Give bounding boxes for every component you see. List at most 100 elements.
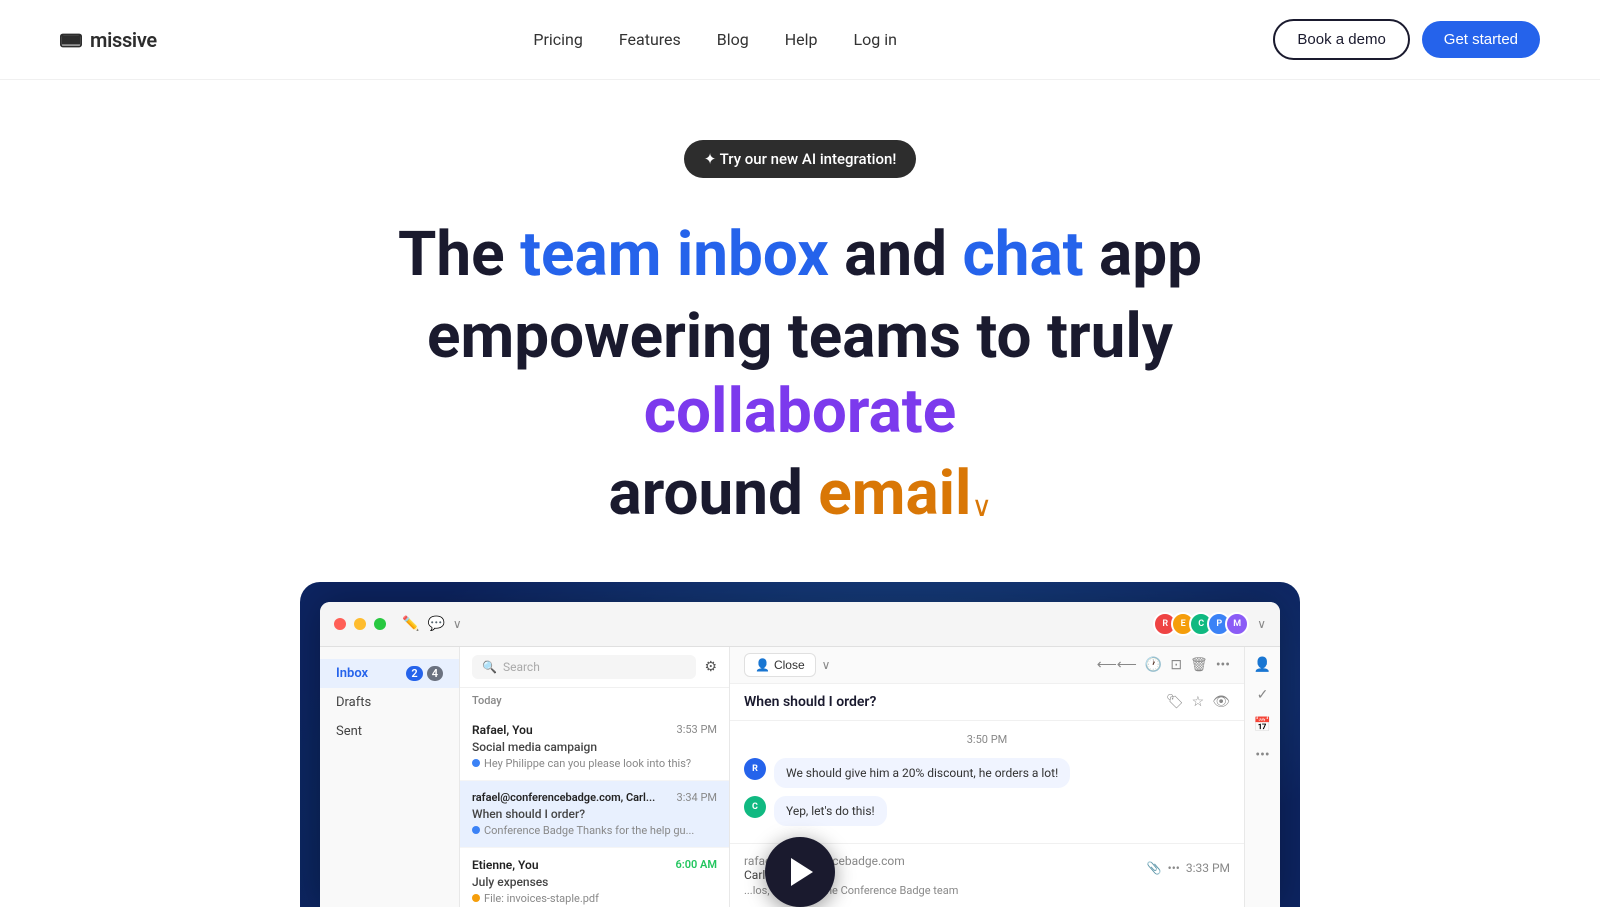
- chat-text-1: We should give him a 20% discount, he or…: [786, 766, 1058, 780]
- chat-timestamp: 3:50 PM: [744, 733, 1230, 746]
- right-profile-icon[interactable]: 👤: [1254, 657, 1271, 673]
- headline-and: and: [829, 218, 963, 291]
- titlebar-dropdown[interactable]: ∨: [1257, 617, 1266, 631]
- nav-features[interactable]: Features: [619, 30, 681, 49]
- email-1-preview-text: Hey Philippe can you please look into th…: [484, 757, 691, 770]
- email-3-dot: [472, 894, 480, 902]
- email-more-icon[interactable]: •••: [1168, 861, 1180, 875]
- sidebar-inbox-badges: 2 4: [406, 666, 443, 681]
- window-maximize-dot: [374, 618, 386, 630]
- sidebar-item-sent[interactable]: Sent: [320, 717, 459, 746]
- nav-login[interactable]: Log in: [854, 30, 897, 49]
- app-screenshot: ✏️ 💬 ∨ R E C P M ∨: [300, 582, 1300, 907]
- close-dropdown-icon[interactable]: ∨: [822, 658, 831, 672]
- close-icon: 👤: [755, 658, 770, 672]
- email-item-1[interactable]: Rafael, You 3:53 PM Social media campaig…: [460, 713, 729, 781]
- right-check-icon[interactable]: ✓: [1257, 687, 1269, 703]
- play-button-overlay[interactable]: [765, 837, 835, 907]
- detail-subject: When should I order?: [744, 694, 876, 710]
- clock-icon[interactable]: 🕐: [1145, 657, 1162, 673]
- avatar-5: M: [1225, 612, 1249, 636]
- nav-links: Pricing Features Blog Help Log in: [533, 30, 897, 49]
- chevron-down-icon[interactable]: [971, 459, 991, 479]
- hero-section: ✦ Try our new AI integration! The team i…: [0, 80, 1600, 907]
- ai-badge[interactable]: ✦ Try our new AI integration!: [684, 140, 917, 178]
- email-item-2-header: rafael@conferencebadge.com, Carl... 3:34…: [472, 791, 717, 804]
- date-label-today: Today: [460, 688, 729, 713]
- sidebar-item-inbox[interactable]: Inbox 2 4: [320, 659, 459, 688]
- search-placeholder: Search: [503, 660, 540, 674]
- navbar: missive Pricing Features Blog Help Log i…: [0, 0, 1600, 80]
- filter-icon[interactable]: ⚙: [704, 659, 717, 675]
- play-button[interactable]: [765, 837, 835, 907]
- email-1-sender: Rafael, You: [472, 723, 533, 737]
- archive-icon[interactable]: ⊡: [1170, 657, 1182, 673]
- chat-text-2: Yep, let's do this!: [786, 804, 875, 818]
- attachment-icon[interactable]: 📎: [1147, 861, 1162, 875]
- trash-icon[interactable]: 🗑: [1190, 657, 1208, 673]
- email-3-subject: July expenses: [472, 875, 717, 889]
- book-demo-button[interactable]: Book a demo: [1273, 19, 1409, 60]
- logo[interactable]: missive: [60, 28, 157, 52]
- sidebar-item-drafts[interactable]: Drafts: [320, 688, 459, 717]
- window-close-dot: [334, 618, 346, 630]
- hero-headline: The team inbox and chat app: [398, 218, 1202, 292]
- tag-icon[interactable]: 🏷: [1166, 694, 1184, 710]
- hero-line2: empowering teams to truly collaborate: [350, 300, 1250, 449]
- back-icon[interactable]: ⟵⟵: [1097, 657, 1137, 673]
- email-time-detail: 3:33 PM: [1186, 861, 1230, 875]
- right-calendar-icon[interactable]: 📅: [1254, 717, 1271, 733]
- compose-icon[interactable]: ✏️: [402, 616, 419, 632]
- line2-collab: collaborate: [644, 375, 957, 448]
- star-icon[interactable]: ☆: [1192, 694, 1205, 710]
- email-2-sender: rafael@conferencebadge.com, Carl...: [472, 791, 655, 804]
- search-bar[interactable]: 🔍 Search: [472, 655, 696, 679]
- chat-avatar-1: R: [744, 758, 766, 780]
- headline-post: app: [1084, 218, 1202, 291]
- email-1-dot: [472, 759, 480, 767]
- close-button[interactable]: 👤 Close: [744, 653, 816, 677]
- sidebar: Inbox 2 4 Drafts Sent: [320, 647, 460, 907]
- headline-team: team inbox: [520, 218, 829, 291]
- chat-avatar-2: C: [744, 796, 766, 818]
- chat-message-1: R We should give him a 20% discount, he …: [744, 758, 1230, 788]
- chat-message-2: C Yep, let's do this!: [744, 796, 1230, 826]
- hero-line3: around email: [609, 457, 992, 531]
- email-item-2[interactable]: rafael@conferencebadge.com, Carl... 3:34…: [460, 781, 729, 848]
- email-item-1-header: Rafael, You 3:53 PM: [472, 723, 717, 737]
- line3-pre: around: [609, 457, 819, 530]
- line3-email: email: [818, 457, 971, 530]
- email-2-dot: [472, 826, 480, 834]
- nav-blog[interactable]: Blog: [717, 30, 749, 49]
- email-3-preview: File: invoices-staple.pdf: [472, 892, 717, 905]
- window-minimize-dot: [354, 618, 366, 630]
- email-2-subject: When should I order?: [472, 807, 717, 821]
- get-started-button[interactable]: Get started: [1422, 21, 1540, 58]
- eye-icon[interactable]: 👁: [1212, 694, 1230, 710]
- headline-pre: The: [398, 218, 520, 291]
- logo-icon: [60, 29, 82, 51]
- right-panel: 👤 ✓ 📅 •••: [1244, 647, 1280, 907]
- chat-bubble-1: We should give him a 20% discount, he or…: [774, 758, 1070, 788]
- email-1-subject: Social media campaign: [472, 740, 717, 754]
- dropdown-icon[interactable]: ∨: [453, 617, 462, 631]
- inbox-badge-gray: 4: [427, 666, 443, 681]
- detail-header-actions: 🏷 ☆ 👁: [1166, 694, 1230, 710]
- email-3-preview-text: File: invoices-staple.pdf: [484, 892, 599, 905]
- email-1-time: 3:53 PM: [677, 723, 717, 736]
- play-triangle-icon: [791, 858, 813, 886]
- sidebar-sent-label: Sent: [336, 724, 362, 739]
- more-icon[interactable]: •••: [1216, 657, 1230, 673]
- inbox-badge-blue: 2: [406, 666, 422, 681]
- toolbar-icons: ⟵⟵ 🕐 ⊡ 🗑 •••: [1097, 657, 1230, 673]
- comment-icon[interactable]: 💬: [427, 616, 444, 632]
- avatars-group: R E C P M: [1153, 612, 1249, 636]
- right-more-icon[interactable]: •••: [1255, 747, 1269, 763]
- nav-pricing[interactable]: Pricing: [533, 30, 583, 49]
- detail-header: When should I order? 🏷 ☆ 👁: [730, 684, 1244, 721]
- email-item-3[interactable]: Etienne, You 6:00 AM July expenses File:…: [460, 848, 729, 907]
- nav-help[interactable]: Help: [785, 30, 818, 49]
- email-3-time: 6:00 AM: [675, 858, 717, 871]
- email-2-time: 3:34 PM: [677, 791, 717, 804]
- email-2-preview: Conference Badge Thanks for the help gu.…: [472, 824, 717, 837]
